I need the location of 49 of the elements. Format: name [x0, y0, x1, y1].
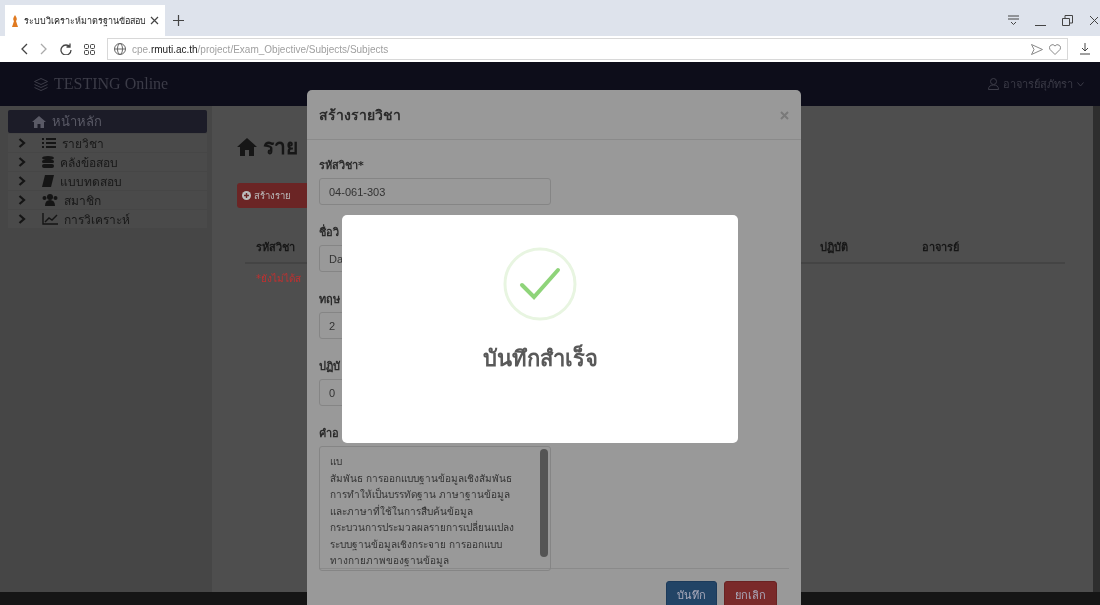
- field-label: ทฤษ: [319, 292, 340, 308]
- address-bar[interactable]: cpe.rmuti.ac.th/project/Exam_Objective/Subjects/Subjects: [107, 38, 1068, 60]
- minimize-icon: [1035, 25, 1046, 26]
- create-subject-button[interactable]: สร้างราย: [237, 183, 309, 208]
- home-icon: [237, 137, 257, 156]
- heart-icon: [1049, 43, 1061, 55]
- database-icon: [42, 156, 54, 168]
- sidebar-item[interactable]: หน้าหลัก: [8, 110, 207, 133]
- restore-icon: [1062, 15, 1073, 26]
- layers-icon: [34, 77, 48, 91]
- globe-icon: [114, 43, 126, 55]
- new-tab-icon: [173, 15, 184, 26]
- close-icon: [780, 110, 789, 120]
- field-label: ชื่อวิ: [319, 223, 339, 241]
- users-icon: [42, 194, 58, 206]
- back-icon: [20, 43, 28, 55]
- download-icon: [1080, 43, 1090, 55]
- column-header: ปฏิบัติ: [820, 240, 848, 256]
- success-message: บันทึกสำเร็จ: [482, 343, 598, 373]
- table-cell-text: *ยังไม่ได้ส: [256, 271, 301, 286]
- grid-icon: [84, 43, 95, 55]
- field-label: รหัสวิชา*: [319, 158, 364, 174]
- input-field[interactable]: 04-061-303: [319, 178, 551, 205]
- field-label: ปฏิบั: [319, 359, 340, 375]
- page-title: ราย: [263, 134, 298, 161]
- close-icon: [1089, 15, 1098, 26]
- forward-icon: [40, 43, 48, 55]
- close-icon: [150, 16, 159, 25]
- list-icon: [42, 137, 56, 149]
- url-text: cpe.rmuti.ac.th/project/Exam_Objective/Subjects/Subjects: [132, 43, 389, 55]
- caret-icon: [1077, 81, 1084, 87]
- save-button[interactable]: บันทึก: [666, 581, 717, 605]
- column-header: อาจารย์: [922, 240, 959, 256]
- home-icon: [32, 115, 46, 128]
- cancel-button[interactable]: ยกเลิก: [724, 581, 777, 605]
- modal-title: สร้างรายวิชา: [319, 105, 401, 125]
- browser-tab[interactable]: ระบบวิเคราะห์มาตรฐานข้อสอบ: [5, 5, 165, 36]
- column-header: รหัสวิชา: [256, 240, 295, 256]
- book-icon: [42, 175, 54, 187]
- send-icon: [1031, 43, 1043, 55]
- user-icon: [988, 78, 999, 90]
- reload-icon: [60, 43, 72, 55]
- plus-circle-icon: [242, 191, 251, 200]
- textarea-field[interactable]: แบ สัมพันธ การออกแบบฐานข้อมูลเชิงสัมพันธ การทำให้เป็นบรรทัดฐาน ภาษาฐานข้อมูล และภาษาที่ใช้ในการสืบค้นข้อมูล กระบวนการประมวลผลรายการเปลี่ยนแปลง ระบบฐานข้อมูลเชิงกระจาย การออกแบบ ทางกายภาพของฐานข้อมูล: [319, 446, 551, 571]
- scrollbar[interactable]: [1093, 106, 1100, 592]
- line-chart-icon: [42, 213, 58, 225]
- check-circle-icon: [503, 247, 577, 321]
- field-label: คำอ: [319, 426, 339, 442]
- tab-menu-icon: [1008, 15, 1019, 26]
